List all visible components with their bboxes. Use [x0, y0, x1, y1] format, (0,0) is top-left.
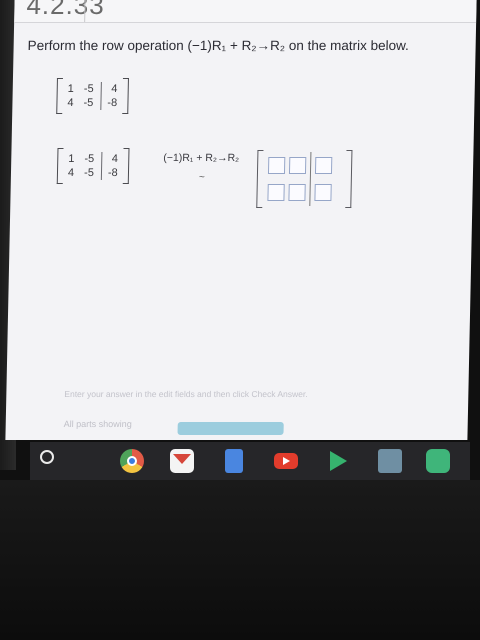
instruction-operation: (−1)R₁ + R₂→R₂	[187, 38, 286, 53]
matrix-cell: -8	[107, 97, 118, 109]
problem-header: 4.2.33	[14, 0, 477, 23]
matrix-cell: 1	[67, 83, 74, 95]
equivalence-symbol: ~	[198, 172, 205, 183]
matrix-cell: 4	[111, 83, 118, 95]
docs-icon[interactable]	[225, 449, 243, 473]
given-matrix: 1 4 -5 -5 4 -8	[56, 78, 129, 114]
laptop-body	[0, 480, 480, 640]
matrix-cell: 1	[68, 153, 75, 165]
parts-showing-text: All parts showing	[63, 419, 132, 429]
check-answer-button[interactable]	[177, 422, 284, 435]
answer-input-r2c3[interactable]	[314, 184, 332, 201]
matrix-right-bracket	[122, 148, 130, 184]
browser-page: 4.2.33 Perform the row operation (−1)R₁ …	[5, 0, 477, 440]
answer-matrix	[256, 150, 353, 208]
row-operation-label: (−1)R₁ + R₂→R₂	[163, 152, 240, 164]
matrix-cell: -5	[84, 153, 95, 165]
matrix-cell: -5	[83, 83, 94, 95]
answer-input-r2c1[interactable]	[267, 184, 285, 201]
launcher-icon[interactable]	[40, 450, 54, 464]
files-icon[interactable]	[378, 449, 402, 473]
matrix-right-bracket	[121, 78, 129, 114]
instruction-suffix: on the matrix below.	[284, 38, 410, 53]
gmail-icon[interactable]	[170, 449, 194, 473]
meet-icon[interactable]	[426, 449, 450, 473]
taskbar	[30, 442, 470, 480]
matrix-cell: -8	[107, 167, 118, 179]
problem-number: 4.2.33	[26, 0, 106, 20]
chrome-icon[interactable]	[120, 449, 144, 473]
instruction-text: Perform the row operation (−1)R₁ + R₂→R₂…	[27, 38, 409, 53]
help-text: Enter your answer in the edit fields and…	[64, 389, 308, 399]
answer-input-r1c1[interactable]	[267, 157, 286, 174]
answer-input-r2c2[interactable]	[288, 184, 306, 201]
source-matrix: 1 4 -5 -5 4 -8	[56, 148, 130, 184]
matrix-right-bracket	[345, 150, 353, 208]
matrix-cell: -5	[83, 167, 95, 179]
youtube-icon[interactable]	[274, 453, 298, 469]
answer-input-r1c3[interactable]	[314, 157, 333, 174]
play-store-icon[interactable]	[326, 449, 350, 473]
matrix-cell: 4	[67, 97, 74, 109]
matrix-cell: 4	[67, 167, 75, 179]
matrix-cell: -5	[83, 97, 94, 109]
matrix-cell: 4	[111, 153, 119, 165]
instruction-prefix: Perform the row operation	[27, 38, 188, 53]
answer-input-r1c2[interactable]	[288, 157, 307, 174]
